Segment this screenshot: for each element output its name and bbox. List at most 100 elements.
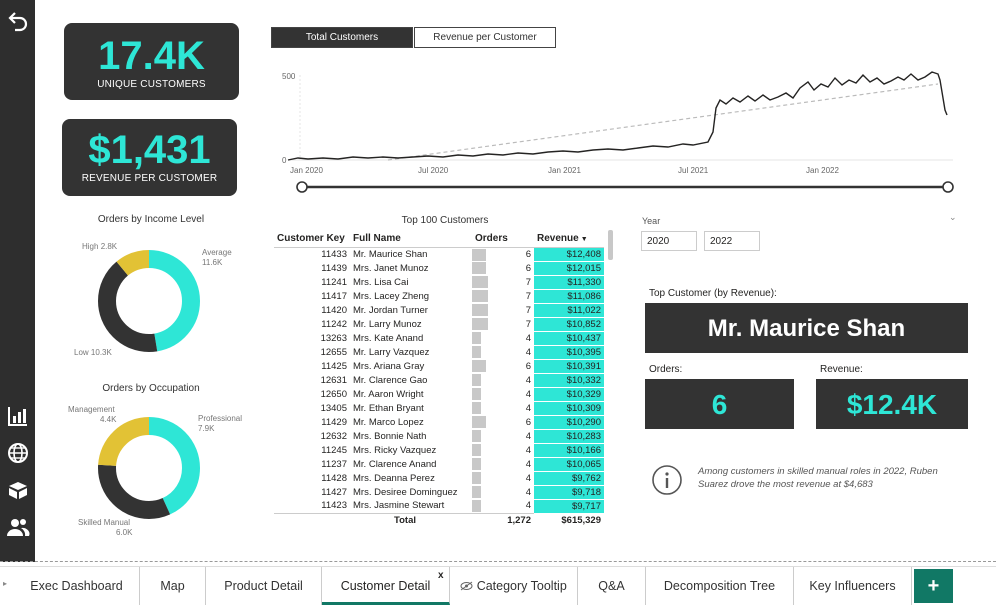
cell-revenue: $10,391: [534, 359, 604, 374]
total-revenue: $615,329: [534, 512, 604, 527]
unique-customers-label: UNIQUE CUSTOMERS: [97, 79, 206, 90]
cell-revenue: $10,166: [534, 443, 604, 458]
tab-revenue-per-customer[interactable]: Revenue per Customer: [414, 27, 556, 48]
cell-full-name: Mr. Clarence Gao: [353, 374, 428, 386]
tab-exec-dashboard[interactable]: Exec Dashboard: [14, 567, 140, 605]
cell-full-name: Mrs. Ricky Vazquez: [353, 444, 437, 456]
table-row[interactable]: 11420 Mr. Jordan Turner 7 $11,022: [274, 303, 604, 318]
table-row[interactable]: 11425 Mrs. Ariana Gray 6 $10,391: [274, 359, 604, 374]
tab-product-detail[interactable]: Product Detail: [206, 567, 322, 605]
cell-orders: 4: [472, 401, 534, 415]
cell-revenue: $10,283: [534, 429, 604, 444]
top-customer-name: Mr. Maurice Shan: [645, 303, 968, 353]
income-donut-title: Orders by Income Level: [97, 214, 205, 225]
cell-customer-key: 11439: [321, 262, 347, 274]
col-full-name[interactable]: Full Name: [350, 230, 472, 248]
cell-revenue: $11,086: [534, 289, 604, 304]
add-page-button[interactable]: +: [914, 569, 953, 603]
tab-category-tooltip[interactable]: Category Tooltip: [450, 567, 578, 605]
table-row[interactable]: 11242 Mr. Larry Munoz 7 $10,852: [274, 317, 604, 332]
cell-full-name: Mr. Ethan Bryant: [353, 402, 424, 414]
table-row[interactable]: 12655 Mr. Larry Vazquez 4 $10,395: [274, 345, 604, 360]
scroll-left-icon[interactable]: ▸: [3, 579, 7, 588]
cell-orders: 4: [472, 387, 534, 401]
table-row[interactable]: 11237 Mr. Clarence Anand 4 $10,065: [274, 457, 604, 472]
globe-icon[interactable]: [6, 441, 30, 465]
col-customer-key[interactable]: Customer Key: [274, 230, 350, 248]
year-to-input[interactable]: 2022: [704, 231, 760, 251]
year-from-input[interactable]: 2020: [641, 231, 697, 251]
table-row[interactable]: 11428 Mrs. Deanna Perez 4 $9,762: [274, 471, 604, 486]
table-scrollbar[interactable]: [608, 230, 613, 260]
table-row[interactable]: 11427 Mrs. Desiree Dominguez 4 $9,718: [274, 485, 604, 500]
top-customers-table: Customer Key Full Name Orders Revenue ▼ 1…: [274, 230, 604, 527]
tab-customer-detail[interactable]: Customer Detail: [322, 567, 450, 605]
top-customers-title: Top 100 Customers: [401, 215, 489, 226]
total-orders: 1,272: [472, 512, 534, 527]
tab-total-customers[interactable]: Total Customers: [271, 27, 413, 48]
cell-customer-key: 11428: [321, 472, 347, 484]
table-row[interactable]: 11245 Mrs. Ricky Vazquez 4 $10,166: [274, 443, 604, 458]
chevron-down-icon[interactable]: ⌄: [949, 212, 957, 223]
unique-customers-value: 17.4K: [98, 34, 205, 78]
tab-map[interactable]: Map: [140, 567, 206, 605]
cell-customer-key: 12650: [320, 388, 347, 400]
cell-orders: 4: [472, 373, 534, 387]
table-row[interactable]: 12632 Mrs. Bonnie Nath 4 $10,283: [274, 429, 604, 444]
cell-customer-key: 11242: [321, 318, 347, 330]
cell-customer-key: 12632: [320, 430, 347, 442]
tab-decomposition-tree[interactable]: Decomposition Tree: [646, 567, 794, 605]
cell-revenue: $10,395: [534, 345, 604, 360]
cell-revenue: $10,290: [534, 415, 604, 430]
slider-handle-end[interactable]: [942, 181, 954, 193]
table-row[interactable]: 11433 Mr. Maurice Shan 6 $12,408: [274, 247, 604, 262]
label-skilled-manual: Skilled Manual 6.0K: [78, 518, 133, 537]
cell-full-name: Mrs. Deanna Perez: [353, 472, 435, 484]
table-row[interactable]: 11439 Mrs. Janet Munoz 6 $12,015: [274, 261, 604, 276]
x-tick-jan-2021: Jan 2021: [548, 166, 581, 175]
cell-revenue: $10,852: [534, 317, 604, 332]
tab-key-influencers[interactable]: Key Influencers: [794, 567, 912, 605]
x-tick-jul-2020: Jul 2020: [418, 166, 449, 175]
table-row[interactable]: 11241 Mrs. Lisa Cai 7 $11,330: [274, 275, 604, 290]
table-row[interactable]: 11429 Mr. Marco Lopez 6 $10,290: [274, 415, 604, 430]
customer-series-line: [287, 71, 948, 161]
cell-orders: 6: [472, 415, 534, 429]
back-arrow-icon[interactable]: [6, 8, 30, 32]
table-row[interactable]: 13263 Mrs. Kate Anand 4 $10,437: [274, 331, 604, 346]
tab-qa[interactable]: Q&A: [578, 567, 646, 605]
cell-revenue: $10,309: [534, 401, 604, 416]
cell-orders: 4: [472, 485, 534, 499]
table-row[interactable]: 13405 Mr. Ethan Bryant 4 $10,309: [274, 401, 604, 416]
cell-customer-key: 11241: [321, 276, 347, 288]
x-tick-jan-2020: Jan 2020: [290, 166, 323, 175]
table-row[interactable]: 12650 Mr. Aaron Wright 4 $10,329: [274, 387, 604, 402]
cell-revenue: $9,762: [534, 471, 604, 486]
hidden-eye-icon: [460, 581, 473, 591]
cell-revenue: $11,022: [534, 303, 604, 318]
table-row[interactable]: 11423 Mrs. Jasmine Stewart 4 $9,717: [274, 499, 604, 514]
cell-orders: 4: [472, 457, 534, 471]
cell-full-name: Mr. Maurice Shan: [353, 248, 428, 260]
y-tick-500: 500: [282, 72, 296, 81]
col-orders[interactable]: Orders: [472, 230, 534, 248]
revenue-per-customer-value: $1,431: [88, 128, 211, 172]
bar-chart-icon[interactable]: [6, 404, 30, 428]
top-customer-label: Top Customer (by Revenue):: [649, 288, 777, 299]
col-revenue[interactable]: Revenue ▼: [534, 230, 604, 248]
cell-orders: 7: [472, 289, 534, 303]
income-donut-chart: [98, 250, 200, 352]
users-icon[interactable]: [6, 515, 30, 539]
box-icon[interactable]: [6, 478, 30, 502]
left-sidebar: [0, 0, 35, 562]
total-row: Total 1,272 $615,329: [274, 512, 604, 527]
table-row[interactable]: 11417 Mrs. Lacey Zheng 7 $11,086: [274, 289, 604, 304]
close-tab-icon[interactable]: x: [438, 570, 444, 581]
info-icon: [652, 465, 682, 495]
slider-handle-start[interactable]: [296, 181, 308, 193]
cell-orders: 6: [472, 261, 534, 275]
table-row[interactable]: 12631 Mr. Clarence Gao 4 $10,332: [274, 373, 604, 388]
cell-customer-key: 11420: [321, 304, 347, 316]
cell-revenue: $10,332: [534, 373, 604, 388]
unique-customers-card: 17.4K UNIQUE CUSTOMERS: [64, 23, 239, 100]
